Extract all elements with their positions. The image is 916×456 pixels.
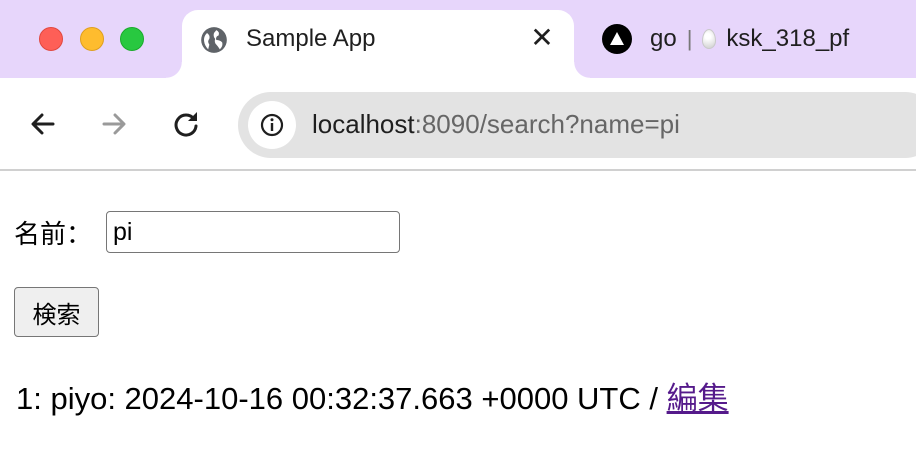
tab-title: Sample App [246,25,376,52]
globe-icon [200,26,228,54]
browser-toolbar: localhost:8090/search?name=pi [0,78,916,171]
result-item: 1: piyo: 2024-10-16 00:32:37.663 +0000 U… [16,373,729,418]
egg-icon [702,29,717,49]
back-arrow-icon[interactable] [27,108,59,140]
result-text: 1: piyo: 2024-10-16 00:32:37.663 +0000 U… [16,381,667,416]
search-button[interactable]: 検索 [14,287,99,337]
address-bar[interactable]: localhost:8090/search?name=pi [238,92,916,158]
triangle-logo-icon [602,24,632,54]
tab-title-prefix: go [650,25,677,52]
tab-title-separator: | [686,26,693,51]
zoom-window-button[interactable] [120,27,144,51]
tab-strip: Sample App ✕ go | ksk_318_pf [0,0,916,78]
forward-arrow-icon[interactable] [98,108,130,140]
reload-icon[interactable] [170,108,202,140]
name-label: 名前： [14,218,93,249]
close-window-button[interactable] [39,27,63,51]
edit-link[interactable]: 編集 [667,381,729,416]
close-tab-icon[interactable]: ✕ [528,24,556,52]
info-icon[interactable] [248,101,296,149]
page-content: 名前： 検索 1: piyo: 2024-10-16 00:32:37.663 … [0,173,916,456]
name-form-row: 名前： [14,211,401,253]
url-text[interactable]: localhost:8090/search?name=pi [312,109,680,140]
tab-go[interactable]: go | ksk_318_pf [590,10,916,66]
url-path: :8090/search?name=pi [414,109,680,139]
minimize-window-button[interactable] [80,27,104,51]
url-host: localhost [312,109,415,139]
name-input[interactable] [106,211,401,253]
tab-title-suffix: ksk_318_pf [726,25,850,52]
tab-title-go: go | ksk_318_pf [650,25,849,53]
tab-sample-app[interactable]: Sample App ✕ [166,10,590,78]
